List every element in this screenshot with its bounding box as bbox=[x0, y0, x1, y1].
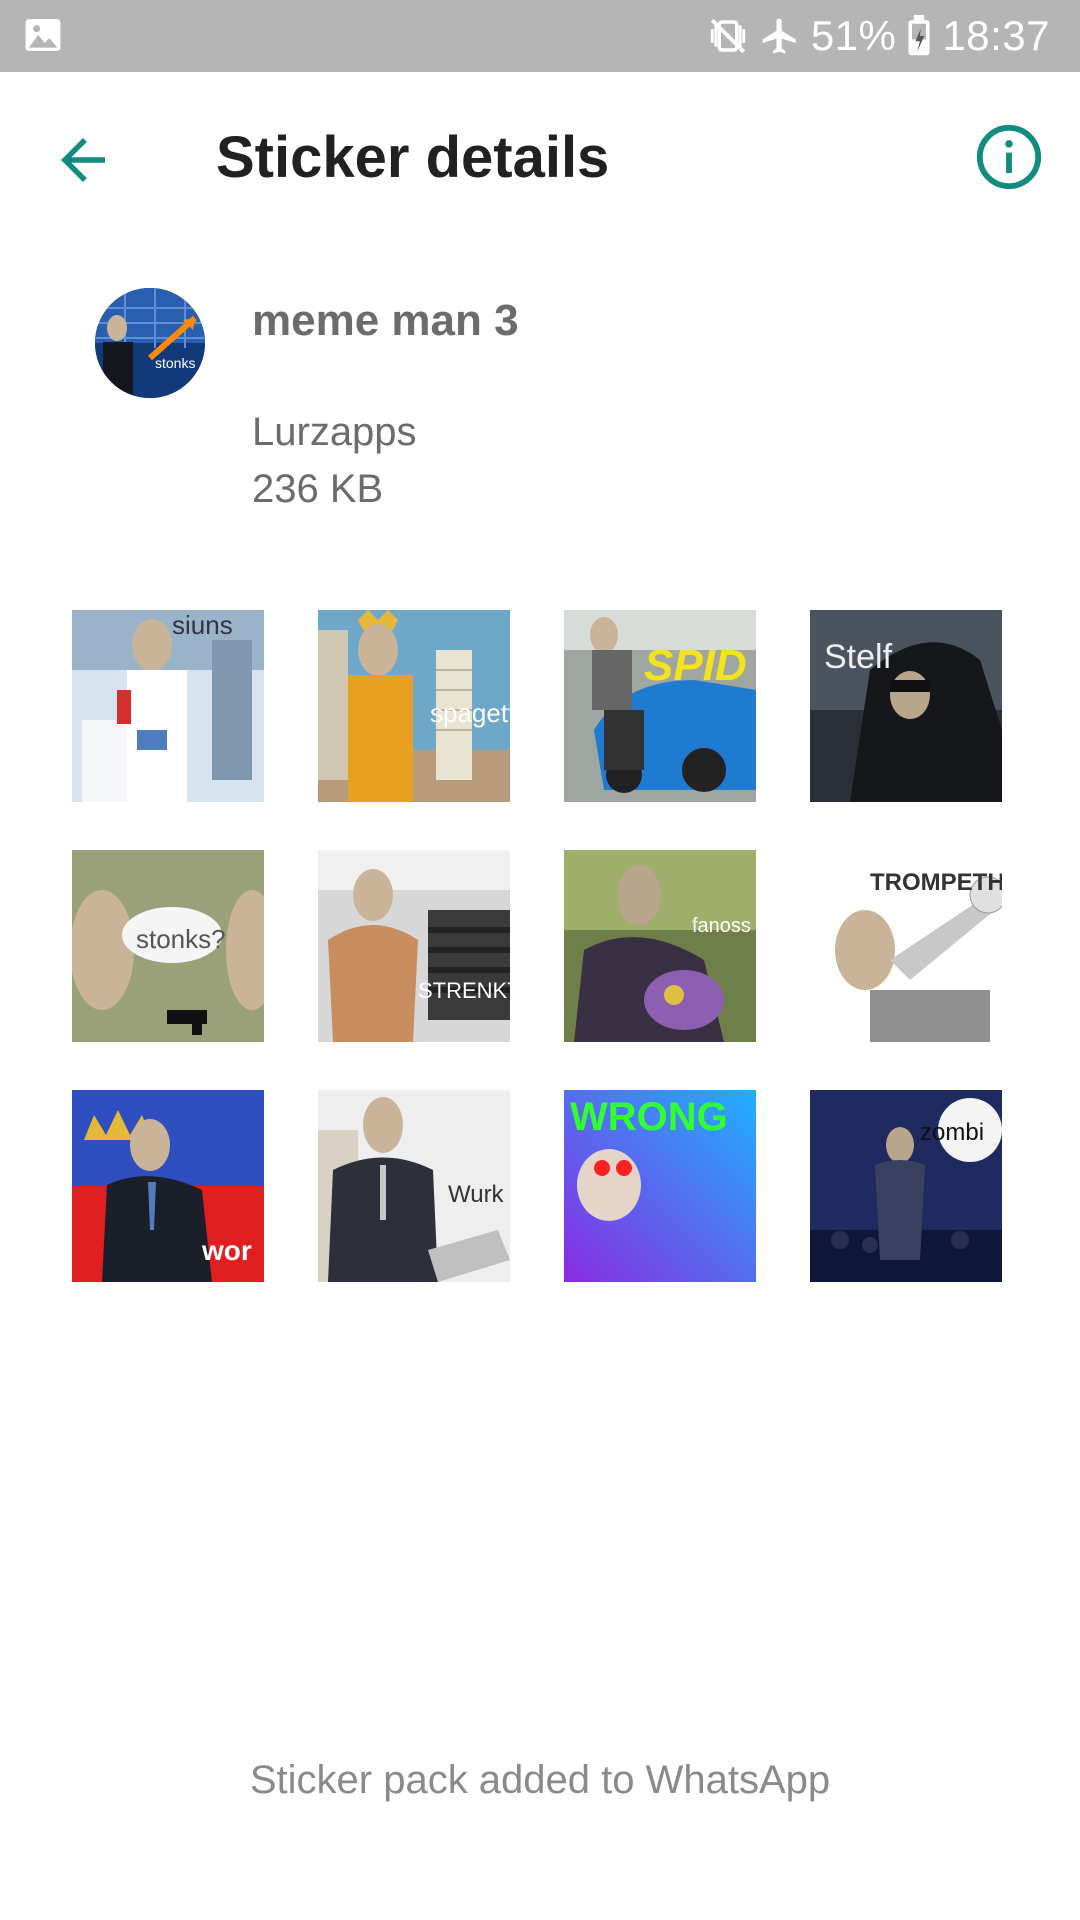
sticker-item[interactable]: wor bbox=[72, 1090, 264, 1282]
sticker-item[interactable]: Stelf bbox=[810, 610, 1002, 802]
svg-text:SPID: SPID bbox=[644, 641, 747, 690]
pack-tray-icon: stonks bbox=[95, 288, 205, 398]
sticker-item[interactable]: zombi bbox=[810, 1090, 1002, 1282]
clock: 18:37 bbox=[942, 12, 1050, 59]
svg-text:stonks?: stonks? bbox=[136, 924, 226, 954]
svg-text:zombi: zombi bbox=[920, 1119, 984, 1146]
svg-text:TROMPETH: TROMPETH bbox=[870, 869, 1002, 896]
back-arrow-icon bbox=[61, 138, 105, 182]
battery-percent: 51% bbox=[810, 12, 897, 59]
page-title: Sticker details bbox=[216, 125, 610, 190]
sticker-item[interactable]: siuns bbox=[72, 610, 264, 802]
svg-text:WRONG: WRONG bbox=[570, 1095, 728, 1139]
svg-text:Stelf: Stelf bbox=[824, 638, 893, 676]
info-icon bbox=[976, 124, 1042, 190]
svg-text:Wurk: Wurk bbox=[448, 1181, 505, 1208]
pack-tray-caption: stonks bbox=[155, 355, 195, 371]
app-bar: Sticker details bbox=[0, 72, 1080, 242]
sticker-item[interactable]: stonks? bbox=[72, 850, 264, 1042]
info-button[interactable] bbox=[974, 122, 1044, 192]
gallery-icon bbox=[25, 19, 61, 51]
battery-charging-icon bbox=[908, 15, 930, 56]
sticker-item[interactable]: TROMPETH bbox=[810, 850, 1002, 1042]
pack-added-status: Sticker pack added to WhatsApp bbox=[249, 1758, 831, 1802]
pack-publisher: Lurzapps bbox=[252, 410, 417, 454]
pack-name: meme man 3 bbox=[252, 296, 519, 345]
status-bar: 51% 18:37 bbox=[0, 0, 1080, 72]
vibrate-mute-icon bbox=[710, 18, 745, 54]
sticker-item[interactable]: fanoss bbox=[564, 850, 756, 1042]
sticker-item[interactable]: SPID bbox=[564, 610, 756, 802]
sticker-item[interactable]: STRENKT bbox=[318, 850, 510, 1042]
back-button[interactable] bbox=[50, 127, 116, 193]
svg-text:STRENKT: STRENKT bbox=[418, 978, 510, 1003]
sticker-item[interactable]: Wurk bbox=[318, 1090, 510, 1282]
airplane-mode-icon bbox=[762, 18, 796, 54]
sticker-item[interactable]: spagett bbox=[318, 610, 510, 802]
svg-text:wor: wor bbox=[201, 1235, 252, 1266]
svg-text:fanoss: fanoss bbox=[692, 915, 751, 937]
svg-text:siuns: siuns bbox=[172, 610, 233, 640]
pack-size: 236 KB bbox=[252, 467, 384, 511]
svg-text:spagett: spagett bbox=[430, 698, 510, 728]
sticker-item[interactable]: WRONG bbox=[564, 1090, 756, 1282]
